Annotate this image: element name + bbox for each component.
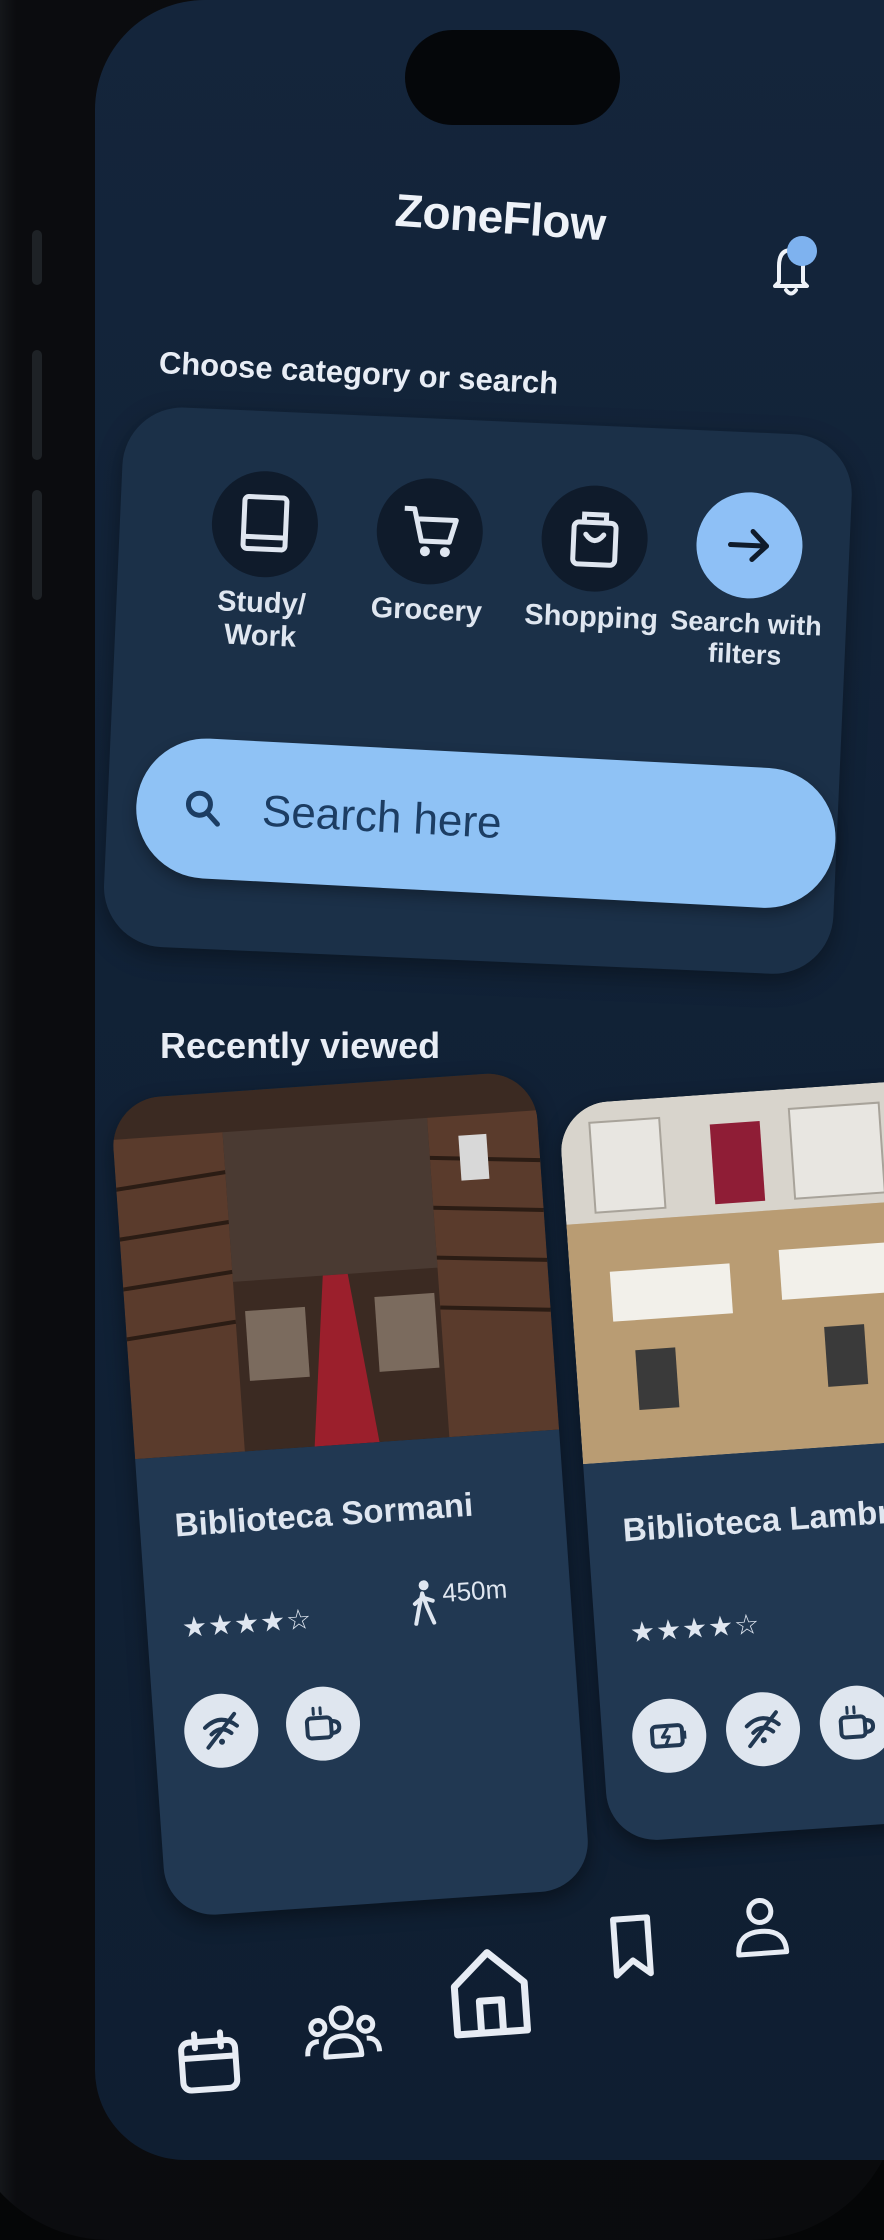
category-prompt: Choose category or search [158,345,559,402]
amenities [630,1683,884,1775]
profile-icon[interactable] [729,1891,794,1965]
shopping-bag-icon [539,483,650,594]
category-shopping[interactable]: Shopping [515,482,671,638]
amenities [182,1684,363,1770]
silent-switch [32,230,42,285]
place-card[interactable]: Biblioteca Lambrate ★★★★☆ [558,1077,884,1843]
no-wifi-icon [724,1690,803,1769]
search-placeholder: Search here [261,787,503,849]
place-card[interactable]: Biblioteca Sormani ★★★★☆ 450m [110,1070,591,1918]
category-label: Grocery [351,591,502,631]
category-label: Shopping [515,598,666,638]
arrow-right-icon [694,490,805,601]
category-search-with-filters[interactable]: Search with filters [659,489,837,674]
bottom-nav [165,1885,884,2115]
distance-value: 450m [441,1574,508,1609]
recently-viewed-heading: Recently viewed [160,1025,440,1067]
cart-icon [375,476,486,587]
coffee-icon [284,1684,363,1763]
coffee-icon [817,1683,884,1762]
search-icon [183,788,223,828]
place-photo [110,1070,559,1459]
group-icon[interactable] [300,1995,385,2070]
dynamic-island [405,30,620,125]
place-name: Biblioteca Sormani [174,1486,475,1545]
calendar-icon[interactable] [172,2025,247,2100]
walking-icon [409,1578,438,1626]
walking-distance: 450m [409,1574,509,1627]
place-photo [558,1077,884,1464]
category-label: Study/ Work [184,584,337,657]
category-label: Search with filters [659,605,832,674]
app-title: ZoneFlow [393,183,607,252]
place-name: Biblioteca Lambrate [622,1490,884,1550]
book-icon [210,469,321,580]
volume-down-button [32,490,42,600]
rating-stars: ★★★★☆ [181,1602,313,1644]
rating-stars: ★★★★☆ [629,1607,761,1649]
category-grocery[interactable]: Grocery [351,475,507,631]
notification-badge [787,236,817,266]
bookmark-icon[interactable] [605,1911,660,1984]
no-wifi-icon [182,1691,261,1770]
charging-icon [630,1696,709,1775]
app-screen: ZoneFlow Choose category or search Study… [95,0,884,2160]
volume-up-button [32,350,42,460]
category-study-work[interactable]: Study/ Work [184,468,342,657]
home-icon[interactable] [441,1939,538,2045]
